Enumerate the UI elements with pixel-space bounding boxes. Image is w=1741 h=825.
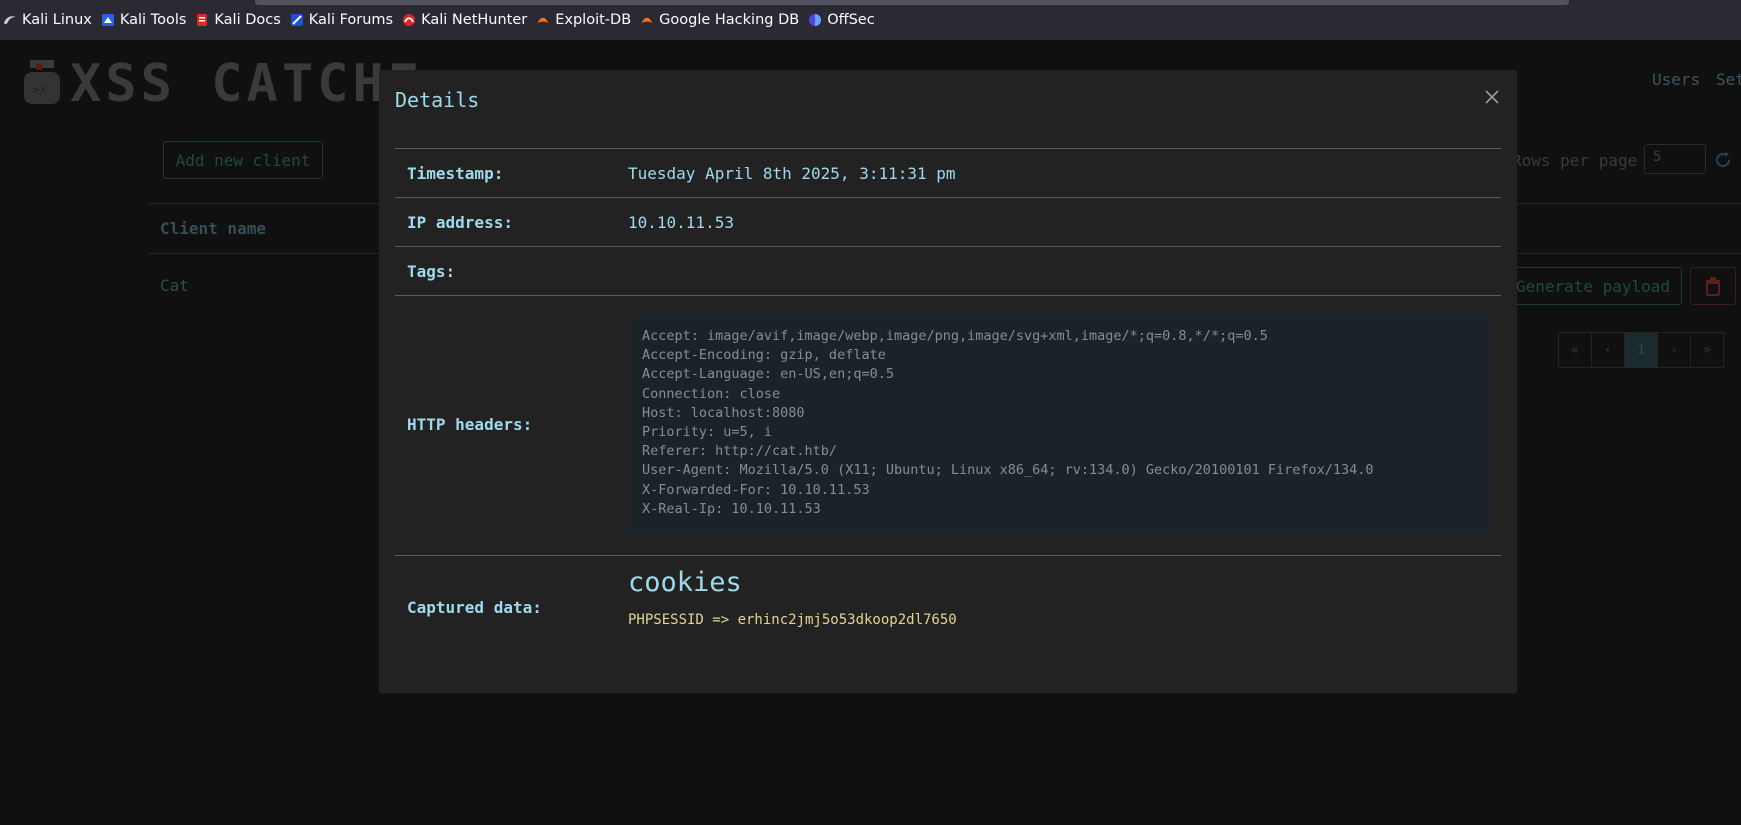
refresh-icon[interactable] bbox=[1713, 150, 1733, 170]
header-line: X-Real-Ip: 10.10.11.53 bbox=[642, 500, 821, 517]
logo-bag-icon: >x bbox=[24, 60, 60, 104]
offsec-icon bbox=[809, 14, 822, 26]
captured-data-label: Captured data: bbox=[407, 598, 542, 617]
row-divider bbox=[395, 246, 1501, 247]
bookmark-kali-nethunter[interactable]: Kali NetHunter bbox=[399, 0, 533, 40]
header-line: User-Agent: Mozilla/5.0 (X11; Ubuntu; Li… bbox=[642, 462, 1374, 479]
pagination-first[interactable]: « bbox=[1558, 332, 1592, 368]
http-headers-block: Accept: image/avif,image/webp,image/png,… bbox=[628, 315, 1490, 535]
bookmark-kali-forums[interactable]: Kali Forums bbox=[287, 0, 399, 40]
table-row-client-name[interactable]: Cat bbox=[160, 276, 189, 295]
ip-address-label: IP address: bbox=[407, 213, 513, 232]
svg-text:>x: >x bbox=[32, 83, 46, 97]
bookmark-label: OffSec bbox=[827, 12, 875, 28]
header-line: Host: localhost:8080 bbox=[642, 404, 805, 421]
row-divider bbox=[395, 148, 1501, 149]
ip-address-value: 10.10.11.53 bbox=[628, 213, 734, 232]
bookmark-exploit-db[interactable]: Exploit-DB bbox=[533, 0, 637, 40]
modal-title: Details bbox=[395, 88, 480, 112]
kali-dragon-icon bbox=[4, 16, 16, 25]
timestamp-value: Tuesday April 8th 2025, 3:11:31 pm bbox=[628, 164, 956, 183]
cookie-value: PHPSESSID => erhinc2jmj5o53dkoop2dl7650 bbox=[628, 612, 957, 628]
bookmark-label: Kali Tools bbox=[119, 12, 187, 28]
nav-users-link[interactable]: Users bbox=[1652, 70, 1700, 89]
header-line: X-Forwarded-For: 10.10.11.53 bbox=[642, 481, 870, 498]
row-divider bbox=[395, 197, 1501, 198]
pagination-last[interactable]: » bbox=[1690, 332, 1724, 368]
http-headers-label: HTTP headers: bbox=[407, 415, 533, 434]
details-modal: Details Timestamp: Tuesday April 8th 202… bbox=[379, 70, 1517, 693]
app-page-background: >x XSS CATCHE Users Set Add new client R… bbox=[0, 40, 1741, 825]
app-logo-text: XSS CATCHE bbox=[70, 54, 424, 114]
close-icon[interactable] bbox=[1483, 88, 1501, 106]
bookmark-label: Google Hacking DB bbox=[659, 12, 800, 28]
bookmark-label: Kali Forums bbox=[308, 12, 394, 28]
delete-client-button[interactable] bbox=[1690, 267, 1736, 305]
bookmark-google-hacking-db[interactable]: Google Hacking DB bbox=[637, 0, 805, 40]
rows-per-page-label: Rows per page bbox=[1512, 151, 1638, 170]
bookmark-kali-tools[interactable]: Kali Tools bbox=[98, 0, 193, 40]
bookmarks-toolbar: Kali Linux Kali Tools Kali Docs Kali For… bbox=[0, 0, 1741, 40]
kali-tools-icon bbox=[101, 14, 114, 26]
header-line: Priority: u=5, i bbox=[642, 424, 773, 441]
trash-icon bbox=[1706, 277, 1720, 296]
header-line: Accept-Encoding: gzip, deflate bbox=[642, 347, 886, 364]
nav-settings-link[interactable]: Set bbox=[1716, 70, 1741, 89]
bookmark-kali-docs[interactable]: Kali Docs bbox=[192, 0, 286, 40]
header-line: Referer: http://cat.htb/ bbox=[642, 443, 838, 460]
bookmark-label: Exploit-DB bbox=[555, 12, 632, 28]
pagination-prev[interactable]: ‹ bbox=[1591, 332, 1625, 368]
add-new-client-button[interactable]: Add new client bbox=[163, 141, 323, 179]
generate-payload-button[interactable]: Generate payload bbox=[1504, 267, 1682, 305]
column-header-client-name: Client name bbox=[160, 219, 266, 238]
bookmark-label: Kali NetHunter bbox=[421, 12, 528, 28]
pagination-page-1[interactable]: 1 bbox=[1624, 332, 1658, 368]
rows-per-page-value: 5 bbox=[1653, 149, 1662, 165]
row-divider bbox=[395, 555, 1501, 556]
tags-label: Tags: bbox=[407, 262, 456, 281]
exploit-db-icon bbox=[538, 17, 549, 23]
timestamp-label: Timestamp: bbox=[407, 164, 504, 183]
kali-forums-icon bbox=[290, 14, 303, 26]
header-line: Accept: image/avif,image/webp,image/png,… bbox=[642, 328, 1268, 344]
header-line: Accept-Language: en-US,en;q=0.5 bbox=[642, 366, 894, 383]
row-divider bbox=[395, 295, 1501, 296]
cookies-heading: cookies bbox=[628, 567, 742, 598]
pagination: « ‹ 1 › » bbox=[1558, 332, 1724, 368]
kali-nethunter-icon bbox=[403, 14, 416, 26]
google-hacking-db-icon bbox=[642, 17, 653, 23]
kali-docs-icon bbox=[197, 14, 208, 26]
tab-strip-edge bbox=[255, 0, 1569, 5]
rows-per-page-select[interactable]: 5 bbox=[1644, 144, 1706, 174]
pagination-next[interactable]: › bbox=[1657, 332, 1691, 368]
header-line: Connection: close bbox=[642, 385, 781, 402]
bookmark-label: Kali Docs bbox=[214, 12, 281, 28]
bookmark-label: Kali Linux bbox=[22, 12, 92, 28]
bookmark-kali-linux[interactable]: Kali Linux bbox=[0, 0, 98, 40]
bookmark-offsec[interactable]: OffSec bbox=[805, 0, 881, 40]
